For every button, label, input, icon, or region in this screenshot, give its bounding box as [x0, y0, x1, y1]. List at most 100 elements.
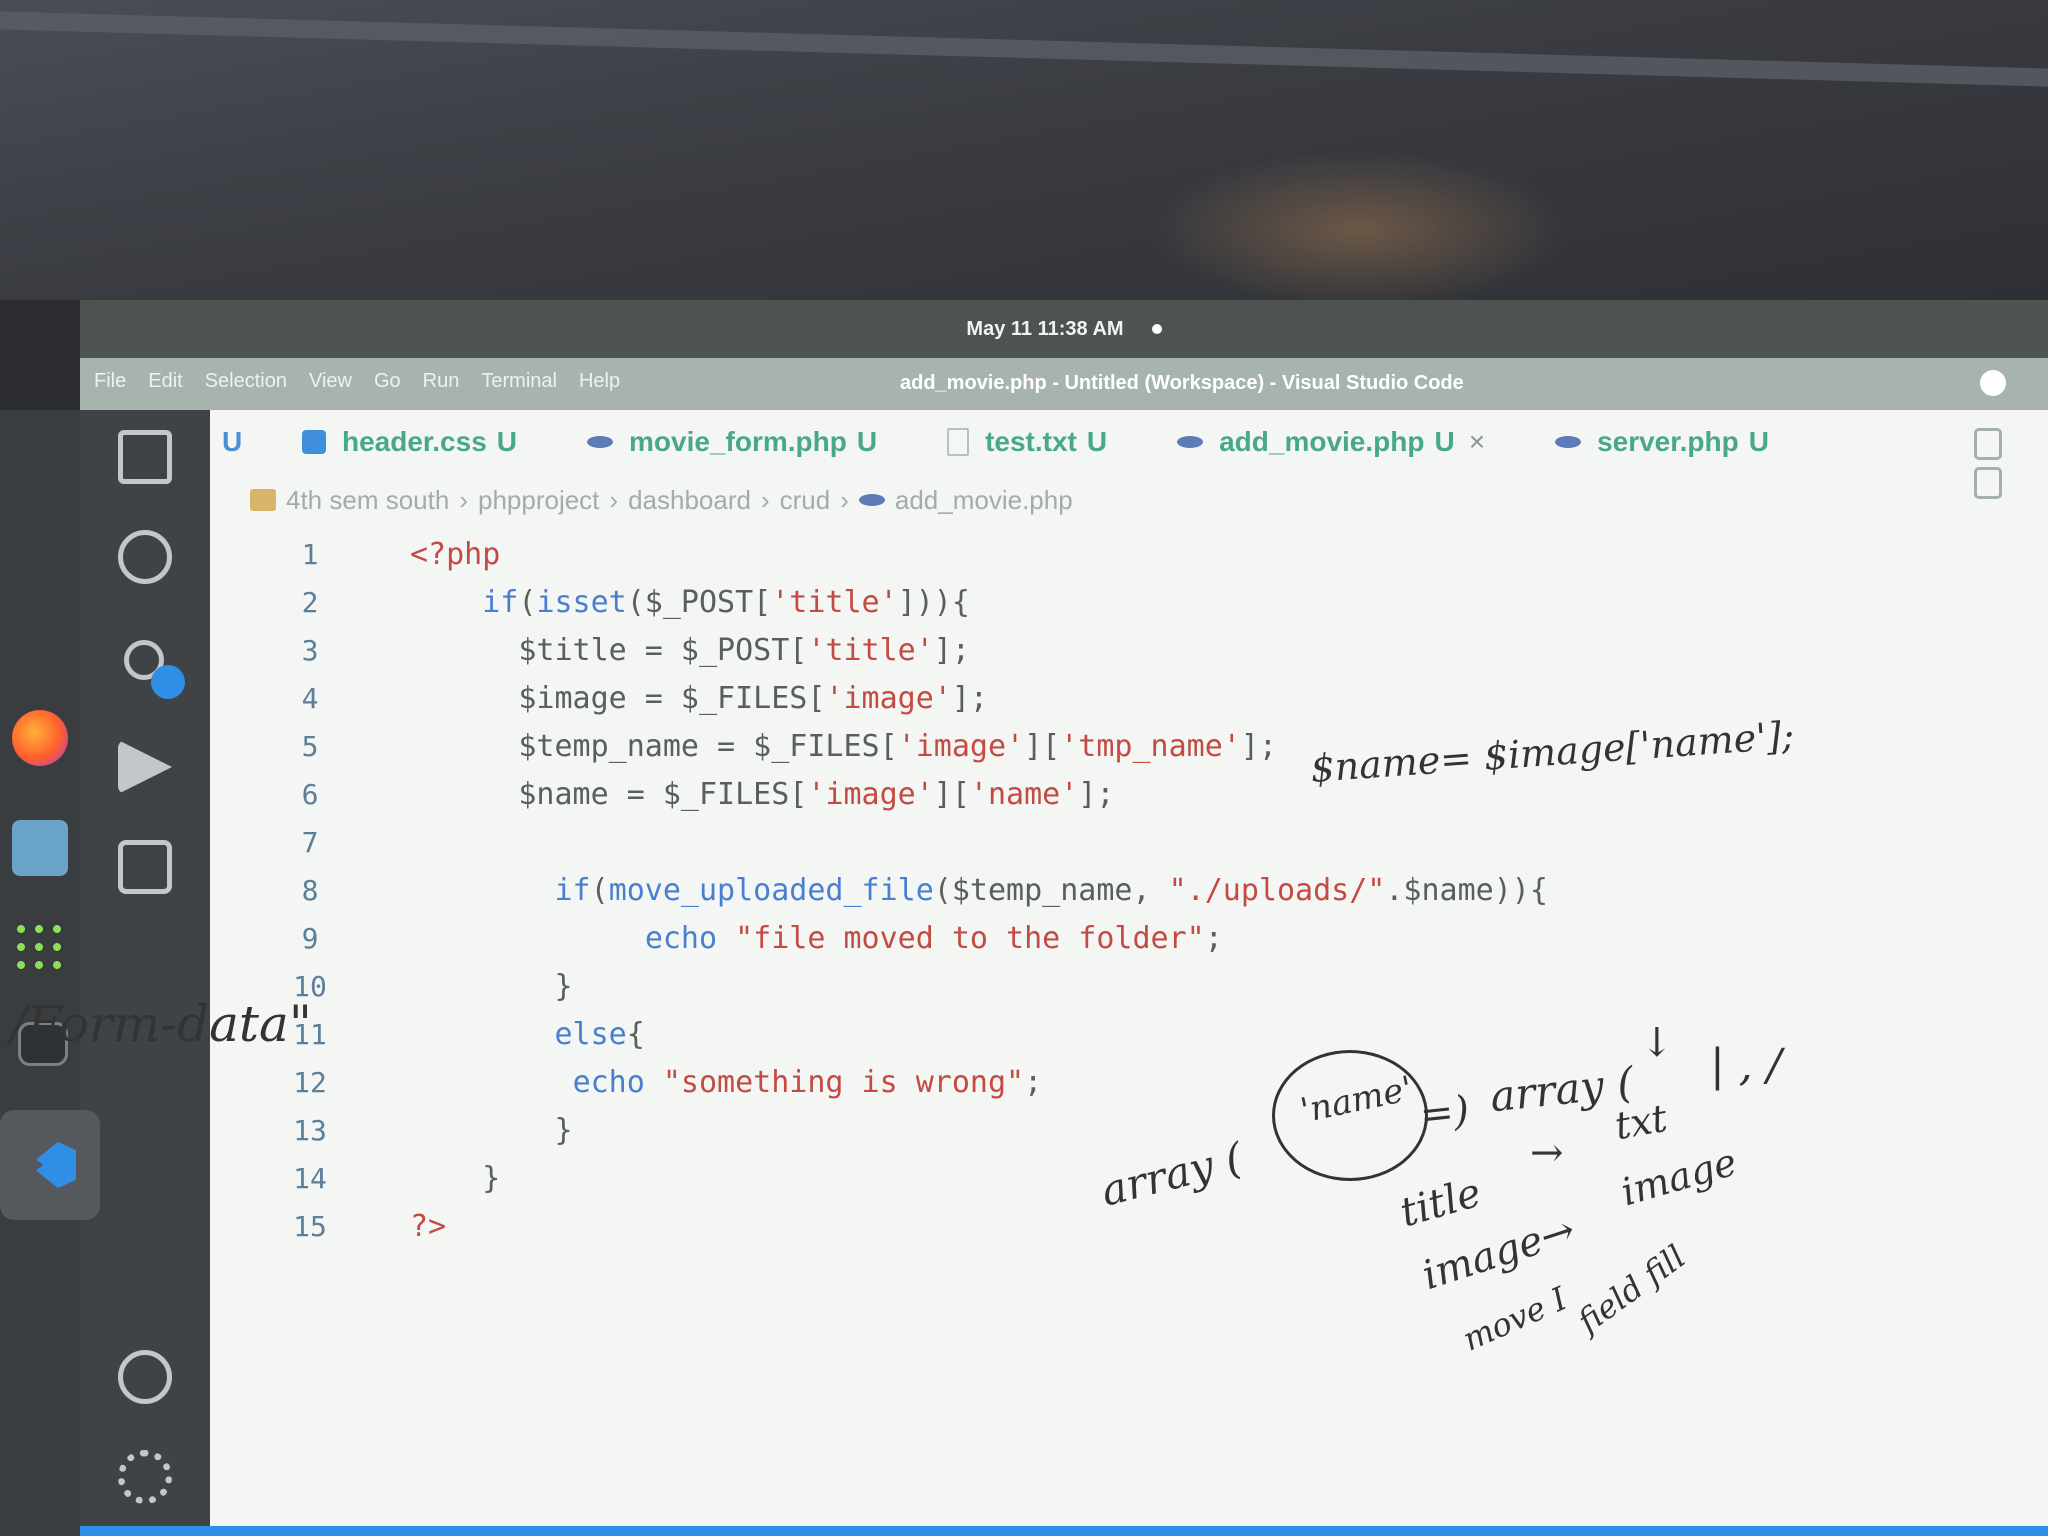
- tab-movie-form-php[interactable]: movie_form.php U: [587, 426, 877, 458]
- firefox-icon[interactable]: [12, 710, 68, 766]
- system-menu-icon[interactable]: [1980, 370, 2006, 396]
- gear-icon[interactable]: [118, 1450, 172, 1504]
- handwritten-marks: | , /: [1710, 1040, 1782, 1091]
- handwritten-down-arrow: ↓: [1640, 1020, 1674, 1066]
- extensions-icon[interactable]: [118, 840, 172, 894]
- search-icon[interactable]: [118, 530, 172, 584]
- tab-label: movie_form.php: [629, 426, 847, 457]
- line-number: 15: [293, 1209, 327, 1243]
- show-apps-icon[interactable]: [12, 920, 68, 976]
- code-line[interactable]: 2 if(isset($_POST['title'])){: [210, 578, 1710, 626]
- code-line[interactable]: 13 }: [210, 1106, 1710, 1154]
- breadcrumb-item[interactable]: 4th sem south: [286, 485, 449, 516]
- css-file-icon: [302, 430, 326, 454]
- run-debug-icon[interactable]: [118, 740, 172, 794]
- code-line[interactable]: 9 echo "file moved to the folder";: [210, 914, 1710, 962]
- tab-status: U: [1748, 426, 1769, 457]
- menu-view[interactable]: View: [309, 370, 352, 393]
- tab-status: U: [856, 426, 878, 457]
- menu-edit[interactable]: Edit: [148, 370, 182, 393]
- code-line[interactable]: 4 $image = $_FILES['image'];: [210, 674, 1710, 722]
- tab-header-css[interactable]: header.css U: [302, 426, 517, 458]
- php-file-icon: [587, 436, 614, 448]
- split-editor-icon[interactable]: [1974, 467, 2002, 499]
- code-text: $name = $_FILES['image']['name'];: [410, 776, 1115, 812]
- code-text: if(isset($_POST['title'])){: [482, 584, 970, 620]
- files-icon[interactable]: [12, 820, 68, 876]
- accounts-icon[interactable]: [118, 1350, 172, 1404]
- code-text: $image = $_FILES['image'];: [410, 680, 988, 716]
- explorer-icon[interactable]: [118, 430, 172, 484]
- folder-icon: [250, 489, 276, 511]
- light-glare: [1150, 150, 1570, 310]
- code-text: $temp_name = $_FILES['image']['tmp_name'…: [410, 728, 1277, 764]
- code-line[interactable]: 12 echo "something is wrong";: [210, 1058, 1710, 1106]
- code-text: $title = $_POST['title'];: [410, 632, 970, 668]
- code-line[interactable]: 11 else{: [210, 1010, 1710, 1058]
- breadcrumb-item[interactable]: dashboard: [628, 485, 751, 516]
- tab-status: U: [1086, 426, 1108, 457]
- room-background: [0, 0, 2048, 310]
- code-line[interactable]: 7: [210, 818, 1710, 866]
- code-line[interactable]: 10 }: [210, 962, 1710, 1010]
- source-control-icon[interactable]: [124, 640, 185, 699]
- tab-label: header.css: [342, 426, 487, 457]
- menu-help[interactable]: Help: [579, 370, 620, 393]
- php-file-icon: [1555, 436, 1582, 448]
- menu-go[interactable]: Go: [374, 370, 401, 393]
- code-text: echo "something is wrong";: [572, 1064, 1043, 1100]
- minimap[interactable]: [2018, 540, 2048, 580]
- vscode-logo-icon: [36, 1142, 76, 1188]
- line-number: 14: [293, 1161, 327, 1195]
- editor-area: U header.css U movie_form.php U test.txt…: [210, 410, 2048, 1536]
- tab-server-php[interactable]: server.php U: [1555, 426, 1769, 458]
- code-editor[interactable]: 1 <?php 2 if(isset($_POST['title'])){3 $ti…: [210, 530, 1710, 1250]
- menu-bar: File Edit Selection View Go Run Terminal…: [94, 370, 620, 393]
- code-text: else{: [554, 1016, 645, 1052]
- code-line[interactable]: 8 if(move_uploaded_file($temp_name, "./u…: [210, 866, 1710, 914]
- menu-run[interactable]: Run: [423, 370, 460, 393]
- code-line[interactable]: 14 }: [210, 1154, 1710, 1202]
- breadcrumb-item[interactable]: add_movie.php: [895, 485, 1073, 516]
- line-number: 7: [301, 825, 319, 859]
- projected-screen: May 11 11:38 AM File Edit Selection View…: [80, 300, 2048, 1536]
- breadcrumb: 4th sem south › phpproject › dashboard ›…: [250, 480, 1073, 520]
- code-text: if(move_uploaded_file($temp_name, "./upl…: [554, 872, 1548, 908]
- line-number: 2: [301, 585, 319, 619]
- tab-label: server.php: [1597, 426, 1739, 457]
- title-bar: File Edit Selection View Go Run Terminal…: [80, 358, 2048, 410]
- close-icon[interactable]: ×: [1469, 426, 1485, 458]
- notification-dot-icon: [1151, 324, 1162, 334]
- breadcrumb-item[interactable]: phpproject: [478, 485, 599, 516]
- line-number: 9: [301, 921, 319, 955]
- editor-actions: [1964, 428, 2034, 499]
- text-file-icon: [947, 428, 970, 456]
- line-number: 1: [301, 537, 319, 571]
- menu-terminal[interactable]: Terminal: [481, 370, 557, 393]
- menu-selection[interactable]: Selection: [205, 370, 287, 393]
- handwritten-note-formdata: /Form-data": [10, 995, 312, 1053]
- tab-bar: U header.css U movie_form.php U test.txt…: [210, 410, 2048, 499]
- menu-file[interactable]: File: [94, 370, 126, 393]
- code-line[interactable]: 3 $title = $_POST['title'];: [210, 626, 1710, 674]
- handwritten-arrow: →: [1530, 1130, 1564, 1176]
- line-number: 3: [301, 633, 319, 667]
- tab-status: U: [1434, 426, 1455, 457]
- clock[interactable]: May 11 11:38 AM: [966, 318, 1123, 341]
- code-line[interactable]: 1 <?php: [210, 530, 1710, 578]
- chevron-right-icon: ›: [840, 484, 849, 515]
- tab-add-movie-php[interactable]: add_movie.php U ×: [1177, 426, 1485, 458]
- window-title: add_movie.php - Untitled (Workspace) - V…: [900, 372, 1464, 394]
- compare-icon[interactable]: [1974, 428, 2002, 460]
- breadcrumb-item[interactable]: crud: [780, 485, 831, 516]
- code-text: <?php: [410, 536, 501, 572]
- chevron-right-icon: ›: [609, 484, 619, 515]
- status-bar: [80, 1526, 2048, 1536]
- vscode-dock-icon[interactable]: [0, 1110, 100, 1220]
- tab-status: U: [496, 426, 518, 457]
- line-number: 13: [293, 1113, 327, 1147]
- handwritten-note-txt: txt: [1611, 1095, 1671, 1149]
- php-file-icon: [1177, 436, 1204, 448]
- code-text: }: [410, 968, 573, 1004]
- tab-test-txt[interactable]: test.txt U: [947, 426, 1107, 458]
